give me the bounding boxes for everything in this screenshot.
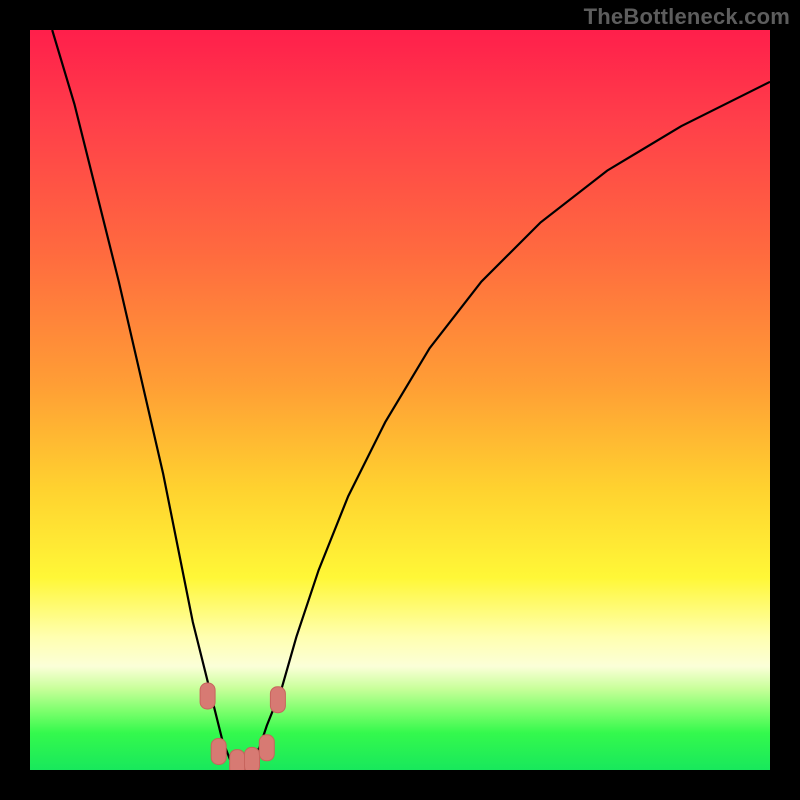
curve-marker xyxy=(230,750,245,770)
curve-marker xyxy=(211,739,226,765)
chart-frame: TheBottleneck.com xyxy=(0,0,800,800)
plot-area xyxy=(30,30,770,770)
curve-marker xyxy=(259,735,274,761)
curve-markers xyxy=(30,30,770,770)
curve-marker xyxy=(245,747,260,770)
curve-marker xyxy=(200,683,215,709)
watermark-text: TheBottleneck.com xyxy=(584,4,790,30)
curve-marker xyxy=(270,687,285,713)
